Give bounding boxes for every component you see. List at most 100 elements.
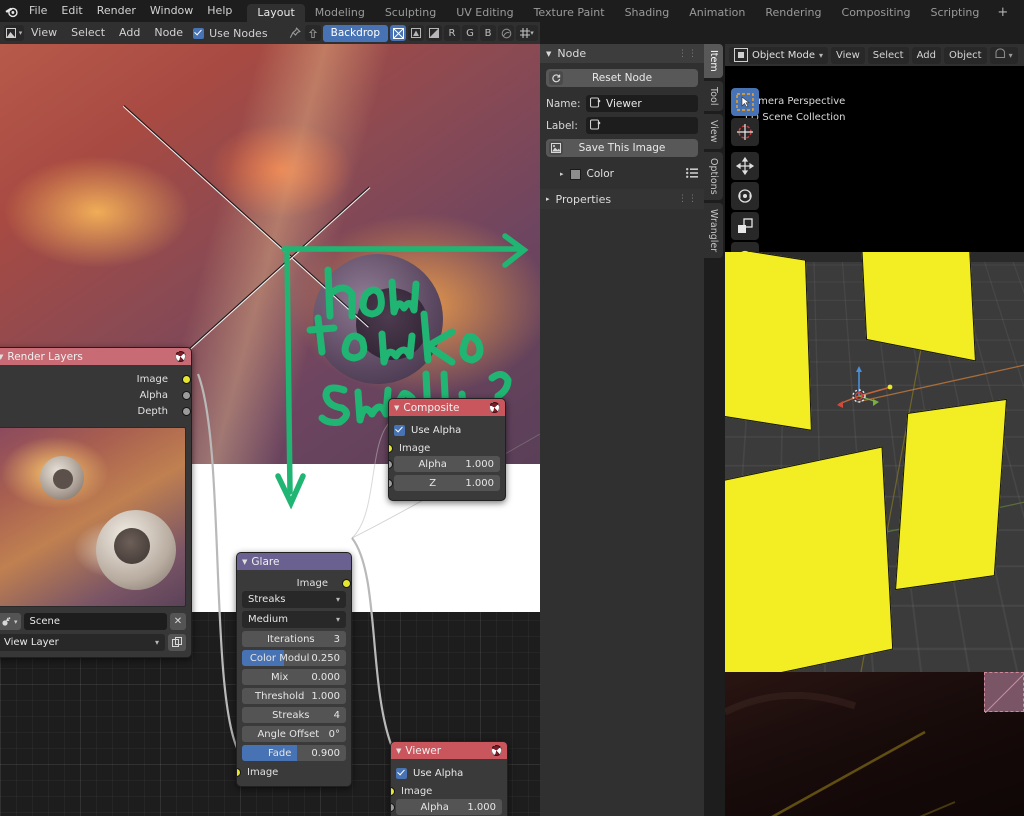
image-display-icon[interactable] (390, 25, 406, 41)
node-menu-view[interactable]: View (24, 22, 64, 44)
glare-quality-dropdown[interactable]: Medium ▾ (242, 611, 346, 628)
viewport-menu-select[interactable]: Select (867, 46, 909, 64)
socket-image-in[interactable] (237, 768, 241, 777)
blender-logo-icon[interactable] (0, 0, 22, 22)
zbuffer-icon[interactable] (426, 25, 442, 41)
scene-name-field[interactable]: Scene (23, 613, 167, 630)
plane-object-1[interactable] (725, 252, 812, 431)
use-alpha-checkbox-icon[interactable] (394, 424, 405, 436)
chevron-down-icon[interactable]: ▾ (1009, 51, 1013, 60)
glare-streaks-field[interactable]: Streaks 4 (242, 707, 346, 723)
collapse-triangle-icon[interactable]: ▼ (396, 747, 401, 755)
socket-image-out[interactable] (182, 374, 191, 384)
workspace-tab-scripting[interactable]: Scripting (920, 4, 989, 22)
menu-window[interactable]: Window (143, 0, 200, 22)
viewport-menu-view[interactable]: View (831, 46, 865, 64)
menu-file[interactable]: File (22, 0, 54, 22)
save-this-image-button[interactable]: Save This Image (546, 139, 698, 157)
composite-use-alpha-toggle[interactable]: Use Alpha (394, 422, 500, 438)
use-alpha-checkbox-icon[interactable] (396, 767, 407, 779)
x-icon[interactable]: ✕ (170, 613, 186, 630)
add-workspace-button[interactable]: + (989, 4, 1016, 22)
reset-node-button[interactable]: Reset Node (546, 69, 698, 87)
sidebar-tab-options[interactable]: Options (704, 151, 723, 201)
node-output-alpha[interactable]: Alpha (0, 387, 191, 403)
socket-image-in[interactable] (391, 787, 395, 796)
menu-render[interactable]: Render (90, 0, 143, 22)
sidebar-tab-view[interactable]: View (704, 114, 723, 149)
name-field[interactable]: Viewer (586, 95, 698, 112)
snap-icon[interactable]: ▾ (516, 25, 538, 41)
drag-grip-icon[interactable]: ⋮⋮ (678, 49, 698, 59)
socket-depth-out[interactable] (182, 406, 191, 416)
glare-iterations-field[interactable]: Iterations 3 (242, 631, 346, 647)
channel-g-button[interactable]: G (462, 25, 478, 41)
glare-type-dropdown[interactable]: Streaks ▾ (242, 591, 346, 608)
sidebar-tab-item[interactable]: Item (704, 44, 723, 78)
workspace-tab-compositing[interactable]: Compositing (832, 4, 921, 22)
backdrop-toggle-button[interactable]: Backdrop (322, 24, 388, 42)
color-swatch[interactable] (569, 168, 581, 180)
glare-mix-slider[interactable]: Mix 0.000 (242, 669, 346, 685)
node-output-image[interactable]: Image (0, 371, 191, 387)
workspace-tab-rendering[interactable]: Rendering (755, 4, 831, 22)
glare-angle-offset-field[interactable]: Angle Offset 0° (242, 726, 346, 742)
workspace-tab-shading[interactable]: Shading (615, 4, 680, 22)
node-header-viewer[interactable]: ▼ Viewer (391, 742, 507, 759)
node-header-glare[interactable]: ▼ Glare (237, 553, 351, 570)
overlay-icon[interactable] (498, 25, 514, 41)
pin-icon[interactable] (287, 25, 303, 41)
chevron-down-icon[interactable]: ▾ (336, 595, 340, 604)
glare-output-image[interactable]: Image (242, 575, 351, 591)
drag-grip-icon[interactable]: ⋮⋮ (678, 194, 698, 204)
collapse-triangle-icon[interactable]: ▼ (394, 404, 399, 412)
scale-icon[interactable] (731, 212, 759, 240)
collapse-triangle-icon[interactable]: ▼ (0, 353, 3, 361)
channel-r-button[interactable]: R (444, 25, 460, 41)
viewport-menu-add[interactable]: Add (911, 46, 941, 64)
composite-alpha-field[interactable]: Alpha 1.000 (394, 456, 500, 472)
socket-image-out[interactable] (342, 578, 351, 588)
composite-input-image[interactable]: Image (389, 440, 500, 456)
glare-color-modulation-slider[interactable]: Color Modul 0.250 (242, 650, 346, 666)
properties-panel-header[interactable]: ▸ Properties ⋮⋮ (540, 189, 704, 209)
presets-list-icon[interactable] (686, 167, 698, 181)
scene-selector-row[interactable]: ▾ Scene ✕ (0, 613, 186, 630)
viewport-shading-dropdown[interactable]: ▾ (989, 46, 1018, 64)
cursor-3d-icon[interactable] (731, 118, 759, 146)
node-composite[interactable]: ▼ Composite Use Alpha Image Alpha 1.000 … (388, 398, 506, 501)
view-layer-selector-row[interactable]: View Layer ▾ (0, 634, 186, 651)
node-viewer[interactable]: ▼ Viewer Use Alpha Image Alpha 1.000 (390, 741, 508, 816)
viewer-use-alpha-toggle[interactable]: Use Alpha (396, 765, 502, 781)
label-field[interactable] (586, 117, 698, 134)
glare-threshold-field[interactable]: Threshold 1.000 (242, 688, 346, 704)
node-menu-add[interactable]: Add (112, 22, 147, 44)
workspace-tab-texture-paint[interactable]: Texture Paint (524, 4, 615, 22)
glare-input-image[interactable]: Image (237, 764, 346, 780)
workspace-tab-modeling[interactable]: Modeling (305, 4, 375, 22)
viewport-menu-object[interactable]: Object (943, 46, 987, 64)
chevron-down-icon[interactable]: ▾ (155, 638, 159, 647)
snap-caret-icon[interactable]: ▾ (530, 29, 534, 37)
workspace-tab-uv-editing[interactable]: UV Editing (446, 4, 523, 22)
composite-z-field[interactable]: Z 1.000 (394, 475, 500, 491)
node-output-depth[interactable]: Depth (0, 403, 191, 419)
socket-image-in[interactable] (389, 444, 393, 453)
channel-b-button[interactable]: B (480, 25, 496, 41)
sidebar-tab-wrangler[interactable]: Wrangler (704, 203, 723, 259)
use-nodes-toggle[interactable]: Use Nodes (190, 27, 271, 40)
viewer-input-image[interactable]: Image (391, 783, 502, 799)
viewport-scene[interactable]: Add Object ◐▾ (725, 252, 1024, 672)
glare-fade-slider[interactable]: Fade 0.900 (242, 745, 346, 761)
chevron-down-icon[interactable]: ▾ (336, 615, 340, 624)
sidebar-tab-tool[interactable]: Tool (704, 80, 723, 112)
expand-triangle-icon[interactable]: ▸ (560, 170, 564, 178)
scene-icon[interactable]: ▾ (0, 613, 21, 630)
chevron-down-icon[interactable]: ▾ (819, 51, 823, 60)
workspace-tab-sculpting[interactable]: Sculpting (375, 4, 446, 22)
use-nodes-checkbox-icon[interactable] (193, 27, 205, 39)
node-header-composite[interactable]: ▼ Composite (389, 399, 505, 416)
menu-edit[interactable]: Edit (54, 0, 89, 22)
workspace-tab-layout[interactable]: Layout (247, 4, 305, 22)
node-menu-select[interactable]: Select (64, 22, 112, 44)
